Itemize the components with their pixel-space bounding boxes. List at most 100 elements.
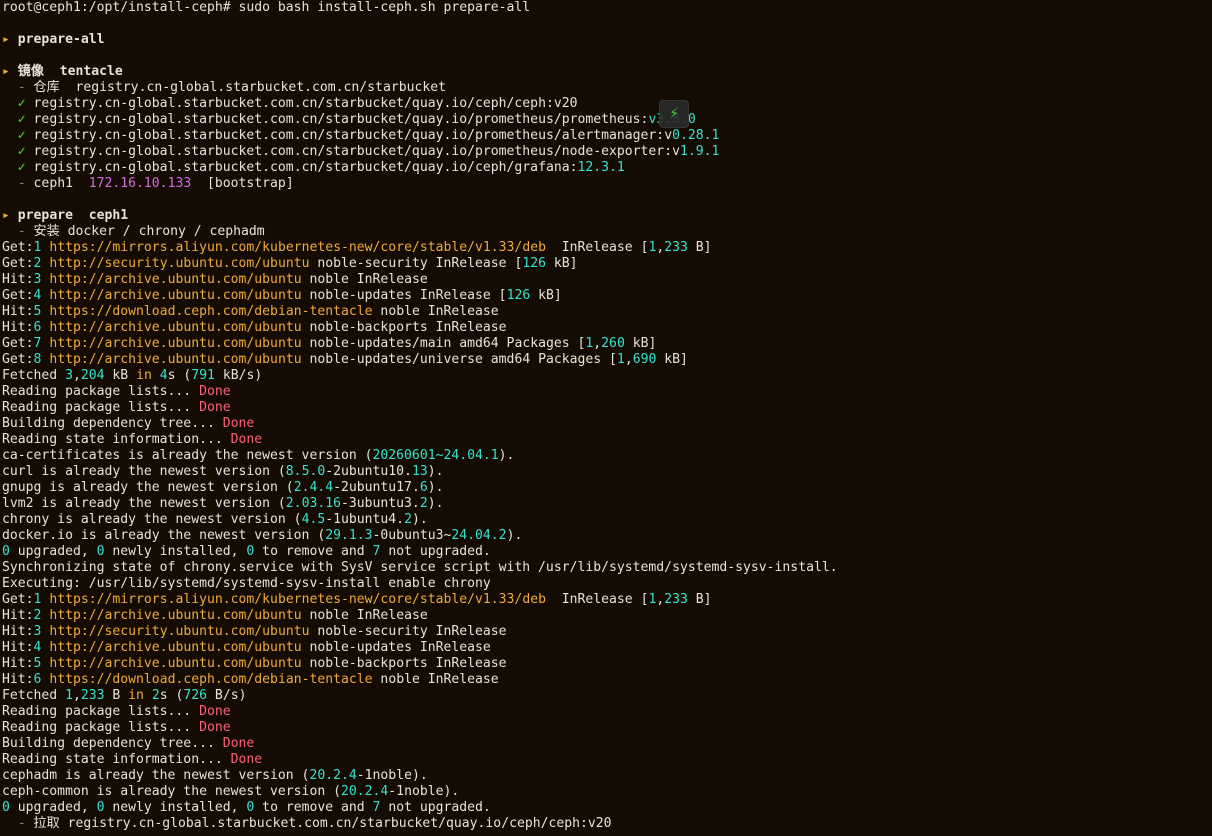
terminal-line: Building dependency tree... Done — [2, 416, 254, 432]
terminal-text: 13 — [411, 464, 428, 479]
terminal-text: noble InRelease — [301, 608, 428, 623]
terminal-text: http://security.ubuntu.com/ubuntu — [49, 256, 310, 271]
terminal-text: Reading package lists... — [2, 704, 200, 719]
terminal-text: ✓ — [2, 144, 34, 159]
terminal-text: Hit: — [2, 624, 34, 639]
terminal-text: noble-backports InRelease — [301, 320, 507, 335]
terminal-line: Hit:6 http://archive.ubuntu.com/ubuntu n… — [2, 320, 507, 336]
terminal-line: ca-certificates is already the newest ve… — [2, 448, 514, 464]
lightning-icon[interactable]: ⚡ — [659, 100, 689, 128]
terminal-text: -3ubuntu3. — [340, 496, 420, 511]
terminal-text: 0 — [2, 544, 10, 559]
terminal-text: ). — [427, 496, 444, 511]
terminal-text: B — [104, 688, 129, 703]
terminal-text: newly installed, — [104, 800, 247, 815]
terminal-text: https://download.ceph.com/debian-tentacl… — [49, 672, 373, 687]
terminal-window[interactable]: root@ceph1:/opt/install-ceph# sudo bash … — [0, 0, 1212, 836]
terminal-text: 8.5.0 — [285, 464, 326, 479]
terminal-text: cephadm is already the newest version ( — [2, 768, 310, 783]
terminal-text: [bootstrap] — [191, 176, 294, 191]
terminal-text: -1noble). — [356, 768, 428, 783]
terminal-text: in — [136, 368, 152, 383]
terminal-text: ▸ — [2, 64, 18, 79]
terminal-text: http://archive.ubuntu.com/ubuntu — [49, 608, 302, 623]
terminal-line: Hit:2 http://archive.ubuntu.com/ubuntu n… — [2, 608, 428, 624]
terminal-text: Get: — [2, 240, 34, 255]
terminal-text: registry.cn-global.starbucket.com.cn/sta… — [33, 128, 673, 143]
terminal-text: lvm2 is already the newest version ( — [2, 496, 286, 511]
terminal-text: InRelease [ — [545, 240, 649, 255]
terminal-text: gnupg is already the newest version ( — [2, 480, 294, 495]
terminal-text: noble-security InRelease [ — [309, 256, 523, 271]
terminal-text: ▸ — [2, 32, 18, 47]
terminal-text: 拉取 registry.cn-global.starbucket.com.cn/… — [33, 816, 612, 831]
terminal-text: ca-certificates is already the newest ve… — [2, 448, 373, 463]
terminal-text: noble InRelease — [301, 272, 428, 287]
terminal-text: kB] — [624, 336, 657, 351]
terminal-text: 仓库 registry.cn-global.starbucket.com.cn/… — [33, 80, 447, 95]
terminal-text: 260 — [601, 336, 625, 351]
terminal-text: Fetched — [2, 368, 66, 383]
terminal-text: https://mirrors.aliyun.com/kubernetes-ne… — [49, 592, 546, 607]
terminal-text: to remove and — [254, 544, 373, 559]
terminal-text: 2 — [151, 688, 160, 703]
terminal-text: Done — [199, 384, 231, 399]
terminal-line: ✓ registry.cn-global.starbucket.com.cn/s… — [2, 96, 578, 112]
terminal-text: Hit: — [2, 656, 34, 671]
terminal-text: Synchronizing state of chrony.service wi… — [2, 560, 838, 575]
terminal-text: Done — [222, 416, 255, 431]
terminal-text: 1 — [65, 688, 73, 703]
terminal-text: - — [2, 816, 34, 831]
terminal-text: Hit: — [2, 304, 34, 319]
terminal-line: Synchronizing state of chrony.service wi… — [2, 560, 838, 576]
terminal-text: http://archive.ubuntu.com/ubuntu — [49, 288, 302, 303]
terminal-text: Get: — [2, 352, 34, 367]
terminal-text: - — [2, 80, 34, 95]
terminal-line: Get:2 http://security.ubuntu.com/ubuntu … — [2, 256, 578, 272]
terminal-line: Fetched 3,204 kB in 4s (791 kB/s) — [2, 368, 262, 384]
terminal-text: registry.cn-global.starbucket.com.cn/sta… — [33, 160, 578, 175]
terminal-text: http://archive.ubuntu.com/ubuntu — [49, 320, 302, 335]
terminal-line: Reading package lists... Done — [2, 384, 231, 400]
terminal-line: Get:7 http://archive.ubuntu.com/ubuntu n… — [2, 336, 656, 352]
terminal-text: in — [128, 688, 144, 703]
terminal-text: Reading package lists... — [2, 720, 200, 735]
terminal-text: Reading package lists... — [2, 384, 200, 399]
terminal-line: ▸ prepare-all — [2, 32, 105, 48]
terminal-text: -0ubuntu3~ — [372, 528, 452, 543]
terminal-text: InRelease [ — [545, 592, 649, 607]
terminal-text: ✓ — [2, 96, 34, 111]
terminal-line: ▸ 镜像 tentacle — [2, 64, 123, 80]
terminal-line: lvm2 is already the newest version (2.03… — [2, 496, 444, 512]
terminal-text: noble-updates InRelease [ — [301, 288, 507, 303]
terminal-text: , — [624, 352, 633, 367]
terminal-text: s ( — [167, 368, 192, 383]
terminal-text: Get: — [2, 288, 34, 303]
terminal-text: -1ubuntu4. — [325, 512, 405, 527]
terminal-line: Hit:3 http://archive.ubuntu.com/ubuntu n… — [2, 272, 428, 288]
terminal-text: kB] — [530, 288, 562, 303]
terminal-text: http://archive.ubuntu.com/ubuntu — [49, 336, 302, 351]
terminal-text: Hit: — [2, 320, 34, 335]
terminal-line: Get:1 https://mirrors.aliyun.com/kuberne… — [2, 240, 712, 256]
terminal-line: - ceph1 172.16.10.133 [bootstrap] — [2, 176, 294, 192]
terminal-text: - — [2, 176, 34, 191]
terminal-text: registry.cn-global.starbucket.com.cn/sta… — [33, 96, 578, 111]
terminal-text: 126 — [506, 288, 531, 303]
terminal-text: 4.5 — [301, 512, 326, 527]
terminal-text: registry.cn-global.starbucket.com.cn/sta… — [33, 112, 649, 127]
terminal-text: 0.28.1 — [672, 128, 720, 143]
terminal-text: upgraded, — [9, 800, 97, 815]
terminal-line: Reading package lists... Done — [2, 704, 231, 720]
terminal-text: s ( — [159, 688, 184, 703]
terminal-text: Building dependency tree... — [2, 416, 223, 431]
terminal-line: docker.io is already the newest version … — [2, 528, 522, 544]
terminal-text: Hit: — [2, 272, 34, 287]
terminal-text: kB — [104, 368, 137, 383]
terminal-line: Get:1 https://mirrors.aliyun.com/kuberne… — [2, 592, 712, 608]
terminal-text: newly installed, — [104, 544, 247, 559]
terminal-text: 镜像 tentacle — [17, 64, 123, 79]
terminal-line: - 仓库 registry.cn-global.starbucket.com.c… — [2, 80, 446, 96]
terminal-text: 1.9.1 — [679, 144, 720, 159]
terminal-text: http://archive.ubuntu.com/ubuntu — [49, 352, 302, 367]
